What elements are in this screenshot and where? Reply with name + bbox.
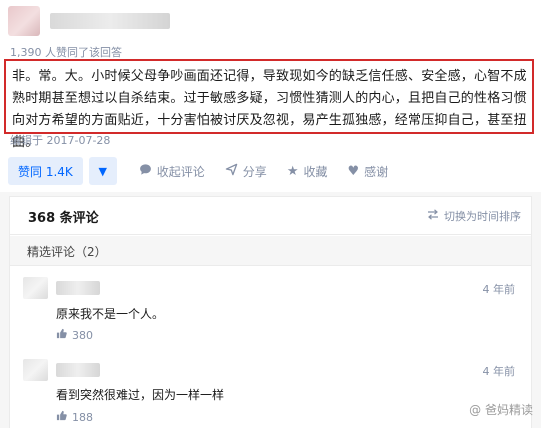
triangle-down-icon: ▼ <box>98 164 108 178</box>
comment-author <box>23 275 100 301</box>
share-label: 分享 <box>242 164 267 179</box>
author-row <box>8 6 170 36</box>
comment-like-count: 380 <box>72 328 93 342</box>
comment-avatar[interactable] <box>23 277 48 299</box>
heart-icon: ♥ <box>347 163 360 179</box>
comment-author-name-redacted[interactable] <box>56 281 100 295</box>
comment-avatar[interactable] <box>23 359 48 381</box>
author-name-redacted[interactable] <box>50 13 170 29</box>
comment-author-name-redacted[interactable] <box>56 363 100 377</box>
thanks-button[interactable]: ♥ 感谢 <box>347 163 388 180</box>
author-avatar[interactable] <box>8 6 40 36</box>
share-button[interactable]: 分享 <box>225 163 267 180</box>
collapse-comments-button[interactable]: 收起评论 <box>139 163 205 180</box>
thanks-label: 感谢 <box>364 164 389 179</box>
comments-header: 368 条评论 切换为时间排序 <box>10 197 531 235</box>
comments-panel: 368 条评论 切换为时间排序 精选评论（2） 4 年前 原来我不是一个人。 3… <box>9 196 532 428</box>
comment-text: 原来我不是一个人。 <box>56 307 165 321</box>
comment-bubble-icon <box>139 163 152 180</box>
favorite-label: 收藏 <box>303 164 328 179</box>
comment-like-count: 188 <box>72 410 93 424</box>
featured-comments-label: 精选评论（2） <box>27 245 107 259</box>
favorite-button[interactable]: ★ 收藏 <box>287 163 328 180</box>
vote-summary[interactable]: 1,390 人赞同了该回答 <box>10 44 122 60</box>
thumbs-up-icon <box>56 328 67 342</box>
comment-like-button[interactable]: 380 <box>56 328 93 342</box>
comment-author <box>23 357 100 383</box>
share-arrow-icon <box>225 163 238 180</box>
watermark: @ 爸妈精读 <box>469 401 533 418</box>
thumbs-up-icon <box>56 410 67 424</box>
upvote-label: 赞同 1.4K <box>18 164 73 179</box>
comment-time: 4 年前 <box>482 365 516 378</box>
star-icon: ★ <box>286 163 299 179</box>
answer-content-highlight: 非。常。大。小时候父母争吵画面还记得，导致现如今的缺乏信任感、安全感，心智不成熟… <box>4 59 534 150</box>
upvote-button[interactable]: 赞同 1.4K <box>8 157 83 185</box>
collapse-comments-label: 收起评论 <box>156 164 205 179</box>
swap-arrows-icon <box>427 209 439 223</box>
sort-toggle-label: 切换为时间排序 <box>444 210 521 223</box>
answer-card: 1,390 人赞同了该回答 非。常。大。小时候父母争吵画面还记得，导致现如今的缺… <box>0 0 541 192</box>
watermark-text: @ 爸妈精读 <box>469 403 533 417</box>
comment-count: 368 条评论 <box>28 211 99 226</box>
featured-comments-bar: 精选评论（2） <box>10 236 531 266</box>
action-bar: 赞同 1.4K ▼ 收起评论 分享 ★ 收藏 ♥ 感谢 <box>8 156 388 186</box>
comment-like-button[interactable]: 188 <box>56 410 93 424</box>
edit-date: 编辑于 2017-07-28 <box>10 134 111 147</box>
comment-text: 看到突然很难过，因为一样一样 <box>56 388 225 402</box>
comment-time: 4 年前 <box>482 283 516 296</box>
downvote-button[interactable]: ▼ <box>88 157 117 185</box>
sort-toggle[interactable]: 切换为时间排序 <box>427 208 521 224</box>
